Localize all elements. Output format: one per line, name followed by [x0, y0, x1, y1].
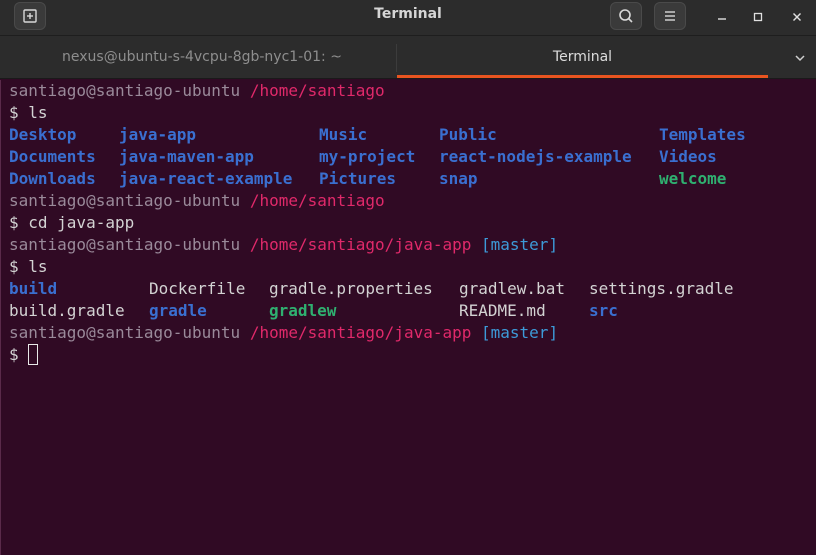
prompt-line: santiago@santiago-ubuntu /home/santiago/… [9, 322, 809, 344]
user-host: santiago@santiago-ubuntu [9, 235, 241, 254]
minimize-button[interactable] [710, 5, 734, 29]
directory-entry: my-project [319, 147, 416, 166]
directory-listing-row: build.gradle gradle gradlew README.md src [9, 300, 809, 322]
user-host: santiago@santiago-ubuntu [9, 81, 241, 100]
directory-listing-row: build Dockerfile gradle.properties gradlew.… [9, 278, 809, 300]
directory-entry: gradle [149, 301, 207, 320]
directory-entry: Templates [659, 125, 746, 144]
current-path: /home/santiago/java-app [240, 323, 472, 342]
prompt-symbol: $ [9, 213, 29, 232]
git-branch: [master] [471, 235, 559, 254]
menu-button[interactable] [654, 2, 686, 30]
command-text: cd java-app [28, 213, 135, 232]
header-bar: Terminal [0, 0, 816, 36]
current-path: /home/santiago [240, 191, 385, 210]
close-icon [793, 13, 801, 21]
prompt-symbol: $ [9, 257, 29, 276]
executable-entry: welcome [659, 169, 727, 188]
window-title: Terminal [374, 6, 442, 22]
git-branch: [master] [471, 323, 559, 342]
file-entry: README.md [459, 301, 546, 320]
directory-entry: Downloads [9, 169, 96, 188]
user-host: santiago@santiago-ubuntu [9, 323, 241, 342]
directory-listing-row: Downloads java-react-example Pictures snap w… [9, 168, 809, 190]
prompt-symbol: $ [9, 103, 29, 122]
directory-entry: java-react-example [119, 169, 293, 188]
tab-terminal[interactable]: Terminal [397, 36, 768, 78]
file-entry: build.gradle [9, 301, 125, 320]
directory-entry: Videos [659, 147, 717, 166]
command-text: ls [28, 103, 48, 122]
terminal-output[interactable]: santiago@santiago-ubuntu /home/santiago $… [0, 80, 816, 555]
chevron-down-icon [795, 55, 805, 62]
current-path: /home/santiago/java-app [240, 235, 472, 254]
directory-entry: java-maven-app [119, 147, 254, 166]
prompt-line: santiago@santiago-ubuntu /home/santiago [9, 80, 809, 102]
command-line: $ ls [9, 256, 809, 278]
command-line: $ cd java-app [9, 212, 809, 234]
prompt-line: santiago@santiago-ubuntu /home/santiago [9, 190, 809, 212]
user-host: santiago@santiago-ubuntu [9, 191, 241, 210]
prompt-symbol: $ [9, 345, 29, 364]
directory-entry: snap [439, 169, 478, 188]
directory-entry: Desktop [9, 125, 77, 144]
directory-listing-row: Documents java-maven-app my-project react-n… [9, 146, 809, 168]
prompt-line: santiago@santiago-ubuntu /home/santiago/… [9, 234, 809, 256]
command-input-line[interactable]: $ [9, 344, 809, 366]
directory-entry: react-nodejs-example [439, 147, 632, 166]
file-entry: settings.gradle [589, 279, 734, 298]
tab-list-button[interactable] [786, 43, 814, 73]
executable-entry: gradlew [269, 301, 337, 320]
maximize-icon [753, 12, 763, 22]
command-line: $ ls [9, 102, 809, 124]
tab-bar: nexus@ubuntu-s-4vcpu-8gb-nyc1-01: ~ Term… [0, 36, 816, 79]
text-cursor [28, 344, 39, 365]
maximize-button[interactable] [746, 5, 770, 29]
directory-entry: Public [439, 125, 497, 144]
directory-entry: Music [319, 125, 368, 144]
file-entry: gradlew.bat [459, 279, 565, 298]
file-entry: gradle.properties [269, 279, 433, 298]
close-button[interactable] [785, 5, 809, 29]
directory-listing-row: Desktop java-app Music Public Templates [9, 124, 809, 146]
command-text: ls [28, 257, 48, 276]
search-icon [619, 9, 633, 23]
active-tab-indicator [397, 75, 768, 78]
hamburger-menu-icon [665, 11, 675, 21]
directory-entry: Pictures [319, 169, 397, 188]
directory-entry: Documents [9, 147, 96, 166]
new-tab-icon [23, 9, 37, 23]
tab-nexus[interactable]: nexus@ubuntu-s-4vcpu-8gb-nyc1-01: ~ [8, 36, 396, 78]
directory-entry: src [589, 301, 618, 320]
current-path: /home/santiago [240, 81, 385, 100]
file-entry: Dockerfile [149, 279, 246, 298]
search-button[interactable] [610, 2, 642, 30]
minimize-icon [718, 18, 726, 20]
directory-entry: build [9, 279, 58, 298]
new-tab-button[interactable] [14, 2, 46, 30]
tab-separator [396, 44, 397, 72]
directory-entry: java-app [119, 125, 197, 144]
